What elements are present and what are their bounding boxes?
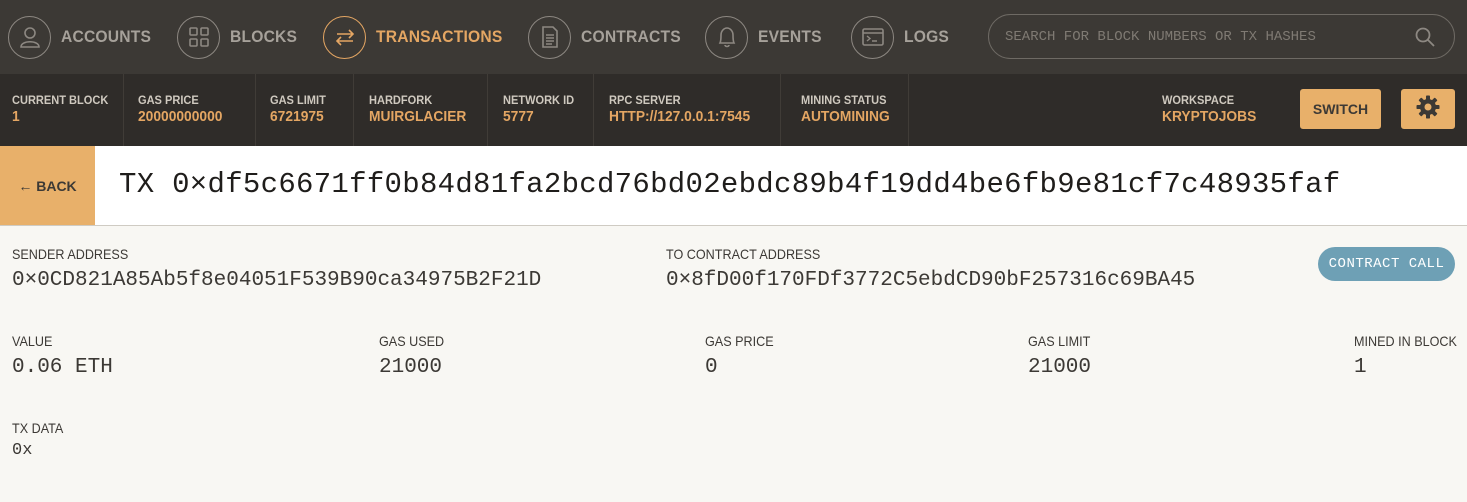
stat-value: HTTP://127.0.0.1:7545: [609, 108, 751, 125]
nav-transactions[interactable]: TRANSACTIONS: [323, 14, 513, 60]
stat-value: AUTOMINING: [801, 108, 890, 125]
nav-events[interactable]: EVENTS: [705, 14, 827, 60]
mined-in-block-value: 1: [1354, 356, 1367, 379]
stat-label: HARDFORK: [369, 93, 433, 107]
field-label: GAS USED: [379, 333, 445, 349]
stat-label: GAS LIMIT: [270, 93, 326, 107]
stat-rpc-server: RPC SERVER HTTP://127.0.0.1:7545: [594, 74, 781, 146]
stat-mining-status: MINING STATUS AUTOMINING: [781, 74, 909, 146]
back-button[interactable]: ← BACK: [0, 146, 95, 225]
document-icon: [528, 15, 571, 59]
page-title: TX 0×df5c6671ff0b84d81fa2bcd76bd02ebdc89…: [119, 168, 1341, 201]
status-bar: CURRENT BLOCK 1 GAS PRICE 20000000000 GA…: [0, 74, 1467, 146]
stat-value: 1: [12, 108, 20, 125]
switch-workspace-button[interactable]: SWITCH: [1300, 89, 1381, 129]
stat-workspace: WORKSPACE KRYPTOJOBS: [1162, 74, 1282, 146]
stat-label: WORKSPACE: [1162, 93, 1235, 107]
stat-value: MUIRGLACIER: [369, 108, 467, 125]
field-label: TO CONTRACT ADDRESS: [666, 246, 821, 262]
top-navigation: ACCOUNTS BLOCKS TRANSACTIONS CONTRACTS E…: [0, 0, 1467, 74]
tx-data-value: 0x: [12, 441, 33, 460]
sender-address-field: SENDER ADDRESS 0×0CD821A85Ab5f8e04051F53…: [12, 246, 541, 292]
field-label: GAS PRICE: [705, 333, 774, 349]
nav-blocks-label: BLOCKS: [230, 27, 298, 46]
stat-current-block: CURRENT BLOCK 1: [0, 74, 124, 146]
bell-icon: [705, 15, 748, 59]
stat-gas-price: GAS PRICE 20000000000: [124, 74, 256, 146]
nav-transactions-label: TRANSACTIONS: [376, 27, 503, 46]
stat-hardfork: HARDFORK MUIRGLACIER: [354, 74, 488, 146]
stat-network-id: NETWORK ID 5777: [488, 74, 594, 146]
sender-address-value: 0×0CD821A85Ab5f8e04051F539B90ca34975B2F2…: [12, 269, 542, 292]
grid-icon: [177, 15, 220, 59]
gas-price-value: 0: [705, 356, 718, 379]
field-label: GAS LIMIT: [1028, 333, 1091, 349]
stat-label: RPC SERVER: [609, 93, 681, 107]
search-input[interactable]: [1003, 27, 1407, 46]
to-contract-address-field: TO CONTRACT ADDRESS 0×8fD00f170FDf3772C5…: [666, 246, 1195, 292]
stat-value: 5777: [503, 108, 534, 125]
nav-accounts-label: ACCOUNTS: [61, 27, 152, 46]
field-label: SENDER ADDRESS: [12, 246, 129, 262]
to-contract-address-value: 0×8fD00f170FDf3772C5ebdCD90bF257316c69BA…: [666, 269, 1196, 292]
field-label: TX DATA: [12, 420, 64, 436]
nav-contracts[interactable]: CONTRACTS: [528, 14, 690, 60]
stat-label: GAS PRICE: [138, 93, 199, 107]
stat-value: 20000000000: [138, 108, 223, 125]
value-value: 0.06 ETH: [12, 356, 113, 379]
search-icon[interactable]: [1414, 26, 1436, 53]
user-icon: [8, 15, 51, 59]
terminal-icon: [851, 15, 894, 59]
gas-price-field: GAS PRICE 0: [705, 333, 781, 379]
swap-arrows-icon: [323, 15, 366, 59]
search-bar: [988, 14, 1455, 59]
tx-data-field: TX DATA 0x: [12, 420, 69, 460]
field-label: MINED IN BLOCK: [1354, 333, 1457, 349]
nav-logs-label: LOGS: [904, 27, 950, 46]
stat-value: KRYPTOJOBS: [1162, 108, 1257, 125]
nav-accounts[interactable]: ACCOUNTS: [8, 14, 159, 60]
stat-label: CURRENT BLOCK: [12, 93, 109, 107]
gas-used-value: 21000: [379, 356, 443, 379]
nav-contracts-label: CONTRACTS: [581, 27, 681, 46]
gas-limit-value: 21000: [1028, 356, 1092, 379]
nav-events-label: EVENTS: [758, 27, 822, 46]
stat-gas-limit: GAS LIMIT 6721975: [256, 74, 354, 146]
nav-logs[interactable]: LOGS: [851, 14, 953, 60]
gas-used-field: GAS USED 21000: [379, 333, 451, 379]
stat-value: 6721975: [270, 108, 324, 125]
nav-blocks[interactable]: BLOCKS: [177, 14, 303, 60]
stat-label: NETWORK ID: [503, 93, 575, 107]
gas-limit-field: GAS LIMIT 21000: [1028, 333, 1097, 379]
value-field: VALUE 0.06 ETH: [12, 333, 113, 379]
settings-button[interactable]: [1401, 89, 1455, 129]
tx-type-badge: CONTRACT CALL: [1318, 247, 1455, 281]
field-label: VALUE: [12, 333, 53, 349]
gear-icon: [1416, 95, 1440, 124]
mined-in-block-field: MINED IN BLOCK 1: [1354, 333, 1467, 379]
transaction-header: ← BACK TX 0×df5c6671ff0b84d81fa2bcd76bd0…: [0, 146, 1467, 226]
stat-label: MINING STATUS: [801, 93, 887, 107]
